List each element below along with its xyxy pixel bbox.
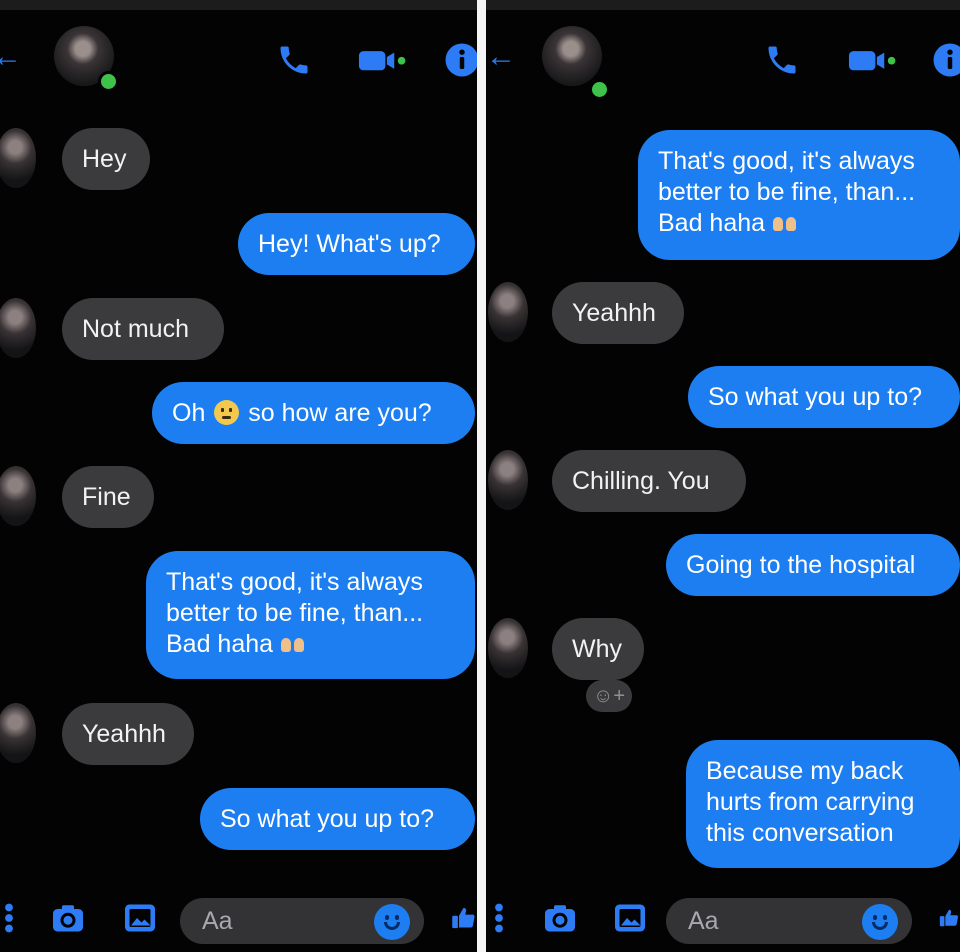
message-line: better to be fine, than... xyxy=(166,599,424,627)
composer-bar: Aa xyxy=(486,890,960,952)
message-outgoing: Oh so how are you? xyxy=(152,382,475,444)
message-outgoing: Going to the hospital xyxy=(666,534,960,596)
phone-icon[interactable] xyxy=(276,42,312,78)
message-outgoing: So what you up to? xyxy=(688,366,960,428)
message-outgoing: Hey! What's up? xyxy=(238,213,475,275)
message-incoming: Not much xyxy=(62,298,224,360)
message-text: Why xyxy=(572,635,622,663)
like-icon[interactable] xyxy=(450,900,477,936)
message-text: Chilling. You xyxy=(572,467,710,495)
message-line: better to be fine, than... xyxy=(658,178,916,206)
message-incoming: Why xyxy=(552,618,644,680)
smiley-icon[interactable] xyxy=(862,904,898,940)
like-icon[interactable] xyxy=(938,900,960,936)
message-input[interactable]: Aa xyxy=(180,898,424,944)
message-text: Not much xyxy=(82,315,189,343)
message-text: Hey xyxy=(82,145,127,173)
top-strip xyxy=(0,0,477,10)
message-incoming: Fine xyxy=(62,466,154,528)
confused-emoji-icon xyxy=(214,400,240,425)
contact-avatar[interactable] xyxy=(542,26,602,86)
phone-icon[interactable] xyxy=(764,42,800,78)
message-text: So what you up to? xyxy=(220,805,435,833)
chat-panel-left: ← Hey Hey! What's up? Not much Oh so how… xyxy=(0,0,477,952)
message-text: Yeahhh xyxy=(572,299,656,327)
raised-hands-emoji-icon xyxy=(280,634,306,654)
smiley-icon[interactable] xyxy=(374,904,410,940)
message-incoming: Hey xyxy=(62,128,150,190)
raised-hands-emoji-icon xyxy=(772,213,798,233)
message-incoming: Yeahhh xyxy=(62,703,194,765)
add-reaction-icon[interactable]: ☺+ xyxy=(586,680,632,712)
message-outgoing: Because my back hurts from carrying this… xyxy=(686,740,960,868)
info-icon[interactable] xyxy=(444,42,477,78)
message-text: Oh xyxy=(172,399,206,427)
video-icon[interactable] xyxy=(356,42,406,78)
message-text: Going to the hospital xyxy=(686,551,916,579)
message-line: Bad haha xyxy=(166,630,274,658)
chat-panel-right: ← That's good, it's always better to be … xyxy=(486,0,960,952)
camera-icon[interactable] xyxy=(50,900,86,936)
message-line: Because my back xyxy=(706,757,904,785)
message-outgoing: So what you up to? xyxy=(200,788,475,850)
message-outgoing: That's good, it's always better to be fi… xyxy=(638,130,960,260)
sender-avatar xyxy=(488,282,528,342)
sender-avatar xyxy=(0,466,36,526)
message-incoming: Yeahhh xyxy=(552,282,684,344)
sender-avatar xyxy=(488,450,528,510)
back-arrow-icon[interactable]: ← xyxy=(486,42,516,72)
sender-avatar xyxy=(0,298,36,358)
message-outgoing: That's good, it's always better to be fi… xyxy=(146,551,475,679)
sender-avatar xyxy=(0,128,36,188)
message-line: Bad haha xyxy=(658,209,766,237)
composer-bar: Aa xyxy=(0,890,477,952)
message-text: Fine xyxy=(82,483,131,511)
sender-avatar xyxy=(0,703,36,763)
top-strip xyxy=(486,0,960,10)
camera-icon[interactable] xyxy=(542,900,578,936)
menu-dots-icon[interactable] xyxy=(492,900,506,936)
info-icon[interactable] xyxy=(932,42,960,78)
message-input-placeholder: Aa xyxy=(202,907,233,935)
message-line: this conversation xyxy=(706,819,894,847)
message-input[interactable]: Aa xyxy=(666,898,912,944)
message-line: That's good, it's always xyxy=(658,147,915,175)
message-line: hurts from carrying xyxy=(706,788,915,816)
online-status-dot xyxy=(589,79,610,100)
message-line: That's good, it's always xyxy=(166,568,423,596)
online-status-dot xyxy=(98,71,119,92)
message-input-placeholder: Aa xyxy=(688,907,719,935)
panel-divider xyxy=(477,0,486,952)
sender-avatar xyxy=(488,618,528,678)
video-icon[interactable] xyxy=(846,42,896,78)
message-incoming: Chilling. You xyxy=(552,450,746,512)
message-text: Yeahhh xyxy=(82,720,166,748)
image-icon[interactable] xyxy=(612,900,648,936)
image-icon[interactable] xyxy=(122,900,158,936)
back-arrow-icon[interactable]: ← xyxy=(0,42,22,72)
message-text: so how are you? xyxy=(248,399,432,427)
menu-dots-icon[interactable] xyxy=(2,900,16,936)
message-text: So what you up to? xyxy=(708,383,923,411)
message-text: Hey! What's up? xyxy=(258,230,441,258)
